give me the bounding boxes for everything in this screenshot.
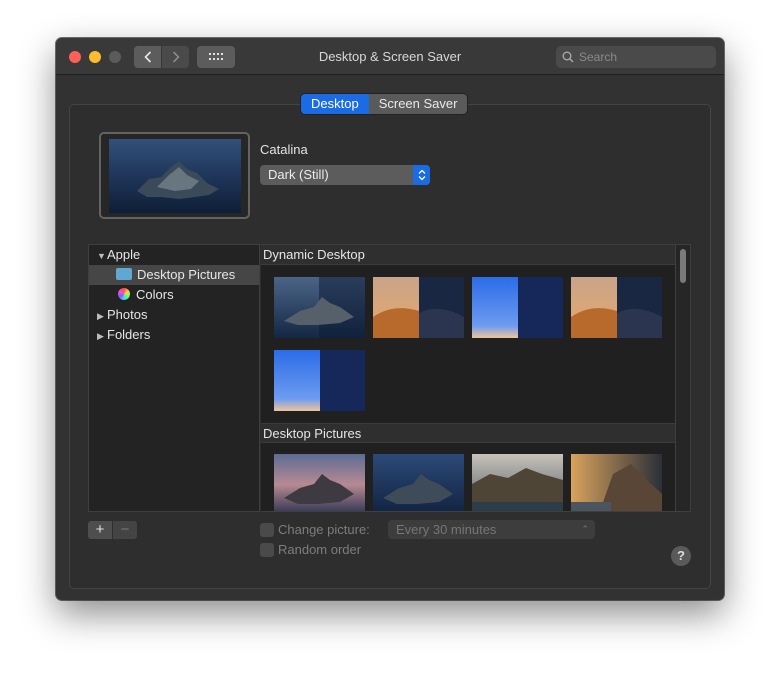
- section-header-desktop-pictures: Desktop Pictures: [261, 423, 675, 443]
- color-wheel-icon: [118, 288, 130, 300]
- sidebar-group-photos[interactable]: ▶ Photos: [89, 305, 259, 325]
- wallpaper-thumb-mojave-2[interactable]: [571, 277, 662, 338]
- sidebar-group-label: Apple: [107, 247, 141, 262]
- preferences-window: Desktop & Screen Saver Desktop Screen Sa…: [56, 38, 724, 600]
- wallpaper-thumb-catalina-coast[interactable]: [571, 454, 662, 512]
- change-interval-value: Every 30 minutes: [396, 522, 497, 537]
- sidebar-item-label: Colors: [136, 287, 174, 302]
- disclosure-right-icon: ▶: [97, 311, 104, 321]
- change-picture-label: Change picture:: [278, 522, 370, 537]
- wallpaper-thumb-solar-gradient-2[interactable]: [274, 350, 365, 411]
- change-interval-popup[interactable]: Every 30 minutes ⌃: [388, 520, 595, 539]
- remove-folder-button[interactable]: −: [113, 521, 137, 539]
- tab-bar: Desktop Screen Saver: [301, 94, 468, 114]
- wallpaper-thumb-catalina[interactable]: [274, 277, 365, 338]
- section-header-dynamic-desktop: Dynamic Desktop: [261, 245, 675, 265]
- wallpaper-thumb-catalina-night[interactable]: [373, 454, 464, 512]
- disclosure-down-icon: ▼: [97, 251, 106, 261]
- popup-arrows-icon: ⌃: [581, 524, 589, 534]
- wallpaper-thumb-solar-gradient[interactable]: [472, 277, 563, 338]
- wallpaper-mode-value: Dark (Still): [268, 167, 329, 182]
- search-field[interactable]: [556, 46, 716, 68]
- sidebar-item-label: Desktop Pictures: [137, 267, 236, 282]
- search-input[interactable]: [579, 50, 709, 64]
- random-order-checkbox[interactable]: [260, 543, 274, 557]
- wallpaper-name: Catalina: [260, 142, 308, 157]
- sidebar-group-label: Folders: [107, 327, 151, 342]
- search-icon: [562, 51, 574, 63]
- wallpaper-thumb-catalina-day[interactable]: [472, 454, 563, 512]
- sidebar-item-desktop-pictures[interactable]: Desktop Pictures: [89, 265, 259, 285]
- add-folder-button[interactable]: +: [88, 521, 112, 539]
- sidebar-group-apple[interactable]: ▼Apple: [89, 245, 259, 265]
- sidebar-group-folders[interactable]: ▶ Folders: [89, 325, 259, 345]
- wallpaper-thumb-catalina-evening[interactable]: [274, 454, 365, 512]
- tab-screen-saver[interactable]: Screen Saver: [368, 94, 468, 114]
- sidebar-group-label: Photos: [107, 307, 148, 322]
- popup-arrows-icon: [413, 165, 430, 185]
- wallpaper-grid: Dynamic Desktop Desktop Pictures: [261, 244, 676, 512]
- wallpaper-preview-image: [108, 138, 241, 213]
- sidebar-item-colors[interactable]: Colors: [89, 285, 259, 305]
- title-bar: Desktop & Screen Saver: [56, 38, 724, 75]
- scrollbar-knob[interactable]: [680, 249, 686, 283]
- folder-icon: [116, 268, 132, 280]
- wallpaper-thumb-mojave[interactable]: [373, 277, 464, 338]
- random-order-label: Random order: [278, 542, 362, 557]
- disclosure-right-icon: ▶: [97, 331, 104, 341]
- help-button[interactable]: ?: [671, 546, 691, 566]
- vertical-scrollbar[interactable]: [676, 244, 691, 512]
- change-picture-checkbox[interactable]: [260, 523, 274, 537]
- wallpaper-mode-popup[interactable]: Dark (Still): [260, 165, 430, 185]
- tab-desktop[interactable]: Desktop: [301, 94, 369, 114]
- source-list: ▼Apple Desktop Pictures Colors ▶ Photos ▶…: [88, 244, 260, 512]
- wallpaper-preview: [99, 132, 250, 219]
